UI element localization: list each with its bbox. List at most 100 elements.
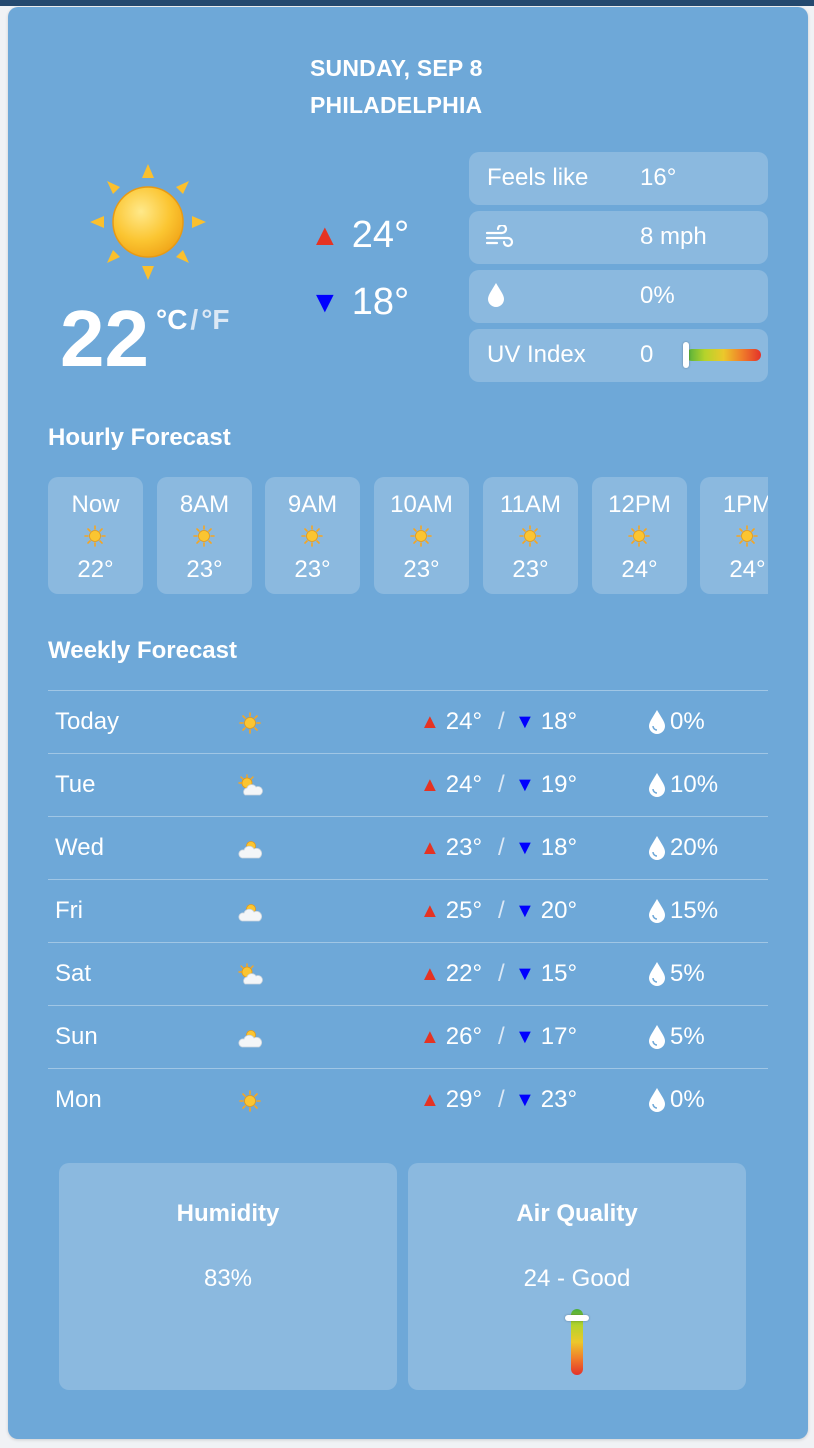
table-row: Today ▲ 24° / ▼ 18° 0% bbox=[48, 690, 768, 753]
raindrop-icon bbox=[649, 1025, 665, 1049]
weekday-precip-value: 10% bbox=[670, 771, 719, 798]
weekday-label: Today bbox=[55, 708, 120, 735]
weekday-precip-value: 20% bbox=[670, 834, 719, 861]
weekday-low-value: 19° bbox=[540, 771, 578, 798]
weekly-forecast-table: Today ▲ 24° / ▼ 18° 0% Tue ▲ 24° / ▼ 19° 10%… bbox=[48, 690, 768, 1131]
today-high: ▲ 24° bbox=[310, 214, 409, 257]
hour-temp: 23° bbox=[186, 556, 223, 583]
weekday-low: ▼ 18° bbox=[515, 708, 577, 736]
weekday-label: Mon bbox=[55, 1086, 102, 1113]
unit-celsius[interactable]: °C bbox=[156, 304, 187, 335]
up-arrow-icon: ▲ bbox=[420, 899, 440, 922]
sun-behind-cloud-icon bbox=[238, 963, 263, 985]
weekday-precip-value: 5% bbox=[670, 960, 705, 987]
hour-time: 12PM bbox=[608, 491, 671, 518]
hourly-forecast-strip[interactable]: Now 22° 8AM 23° 9AM 23° 10AM 23° 11AM 23… bbox=[48, 477, 768, 595]
weekday-low: ▼ 17° bbox=[515, 1023, 577, 1051]
precipitation-stat: 0% bbox=[469, 270, 768, 323]
raindrop-icon bbox=[649, 836, 665, 860]
weekday-precip: 0% bbox=[648, 708, 705, 736]
cloud-sun-icon bbox=[238, 841, 263, 859]
weekday-precip: 5% bbox=[648, 1023, 705, 1051]
sun-icon bbox=[519, 525, 541, 547]
feels-like-label: Feels like bbox=[487, 164, 589, 191]
weather-card: SUNDAY, SEP 8 PHILADELPHIA 22 °C / °F ▲ 24… bbox=[8, 7, 808, 1439]
weekday-low: ▼ 19° bbox=[515, 771, 577, 799]
sun-icon bbox=[736, 525, 758, 547]
air-quality-gauge bbox=[565, 1309, 589, 1375]
sun-icon bbox=[84, 525, 106, 547]
unit-toggle[interactable]: °C / °F bbox=[156, 304, 230, 336]
precipitation-value: 0% bbox=[640, 282, 675, 309]
today-high-value: 24° bbox=[351, 214, 410, 256]
raindrop-icon bbox=[488, 283, 504, 307]
sun-icon bbox=[239, 1090, 261, 1112]
weekday-high: ▲ 24° bbox=[420, 708, 482, 736]
weekday-high: ▲ 26° bbox=[420, 1023, 482, 1051]
air-quality-value: 24 - Good bbox=[523, 1265, 631, 1292]
weekday-high-value: 22° bbox=[445, 960, 483, 987]
weekday-precip: 5% bbox=[648, 960, 705, 988]
weekday-high-value: 24° bbox=[445, 771, 483, 798]
weekday-high-value: 26° bbox=[445, 1023, 483, 1050]
up-arrow-icon: ▲ bbox=[420, 773, 440, 796]
wind-icon bbox=[485, 225, 514, 248]
high-low-separator: / bbox=[498, 960, 505, 987]
air-quality-title: Air Quality bbox=[516, 1200, 638, 1227]
weekday-low-value: 20° bbox=[540, 897, 578, 924]
date-label: SUNDAY, SEP 8 bbox=[310, 55, 483, 81]
hour-time: 9AM bbox=[287, 491, 338, 518]
weekday-high-value: 29° bbox=[445, 1086, 483, 1113]
hourly-item: 10AM 23° bbox=[374, 477, 469, 594]
hourly-item: Now 22° bbox=[48, 477, 143, 594]
air-quality-marker bbox=[565, 1315, 589, 1321]
unit-fahrenheit[interactable]: °F bbox=[201, 304, 229, 335]
sun-icon bbox=[410, 525, 432, 547]
weekday-low: ▼ 15° bbox=[515, 960, 577, 988]
hourly-item: 1PM 24° bbox=[700, 477, 768, 594]
weekday-high-value: 24° bbox=[445, 708, 483, 735]
humidity-title: Humidity bbox=[176, 1200, 280, 1227]
top-bar bbox=[0, 0, 814, 6]
weekday-low: ▼ 20° bbox=[515, 897, 577, 925]
weekday-high: ▲ 29° bbox=[420, 1086, 482, 1114]
weekday-label: Wed bbox=[55, 834, 104, 861]
down-arrow-icon: ▼ bbox=[515, 836, 535, 859]
raindrop-icon bbox=[649, 1088, 665, 1112]
feels-like-value: 16° bbox=[640, 164, 677, 191]
weekday-precip-value: 5% bbox=[670, 1023, 705, 1050]
weekday-precip: 15% bbox=[648, 897, 718, 925]
weekday-low-value: 18° bbox=[540, 708, 578, 735]
hourly-item: 11AM 23° bbox=[483, 477, 578, 594]
sun-icon bbox=[628, 525, 650, 547]
humidity-value: 83% bbox=[203, 1265, 253, 1292]
high-low-separator: / bbox=[498, 708, 505, 735]
weekday-precip-value: 0% bbox=[670, 708, 705, 735]
feels-like-stat: Feels like 16° bbox=[469, 152, 768, 205]
city-label: PHILADELPHIA bbox=[310, 92, 483, 118]
down-arrow-icon: ▼ bbox=[515, 1025, 535, 1048]
unit-separator: / bbox=[190, 304, 199, 335]
down-arrow-icon: ▼ bbox=[515, 773, 535, 796]
hourly-forecast-title: Hourly Forecast bbox=[48, 424, 231, 451]
uv-index-value: 0 bbox=[640, 341, 654, 368]
hourly-item: 8AM 23° bbox=[157, 477, 252, 594]
table-row: Wed ▲ 23° / ▼ 18° 20% bbox=[48, 816, 768, 879]
weekday-precip: 20% bbox=[648, 834, 718, 862]
sun-icon bbox=[193, 525, 215, 547]
down-arrow-icon: ▼ bbox=[515, 899, 535, 922]
current-temperature: 22 bbox=[60, 294, 149, 383]
uv-index-stat: UV Index 0 bbox=[469, 329, 768, 382]
cloud-sun-icon bbox=[238, 1030, 263, 1048]
raindrop-icon bbox=[649, 962, 665, 986]
air-quality-panel: Air Quality 24 - Good bbox=[408, 1163, 746, 1390]
weekday-label: Sat bbox=[55, 960, 92, 987]
hour-time: 1PM bbox=[722, 491, 768, 518]
weekday-high-value: 23° bbox=[445, 834, 483, 861]
weekday-high: ▲ 24° bbox=[420, 771, 482, 799]
up-arrow-icon: ▲ bbox=[420, 1025, 440, 1048]
weekly-forecast-title: Weekly Forecast bbox=[48, 637, 237, 664]
wind-value: 8 mph bbox=[640, 223, 707, 250]
hour-temp: 23° bbox=[512, 556, 549, 583]
hour-temp: 22° bbox=[77, 556, 114, 583]
